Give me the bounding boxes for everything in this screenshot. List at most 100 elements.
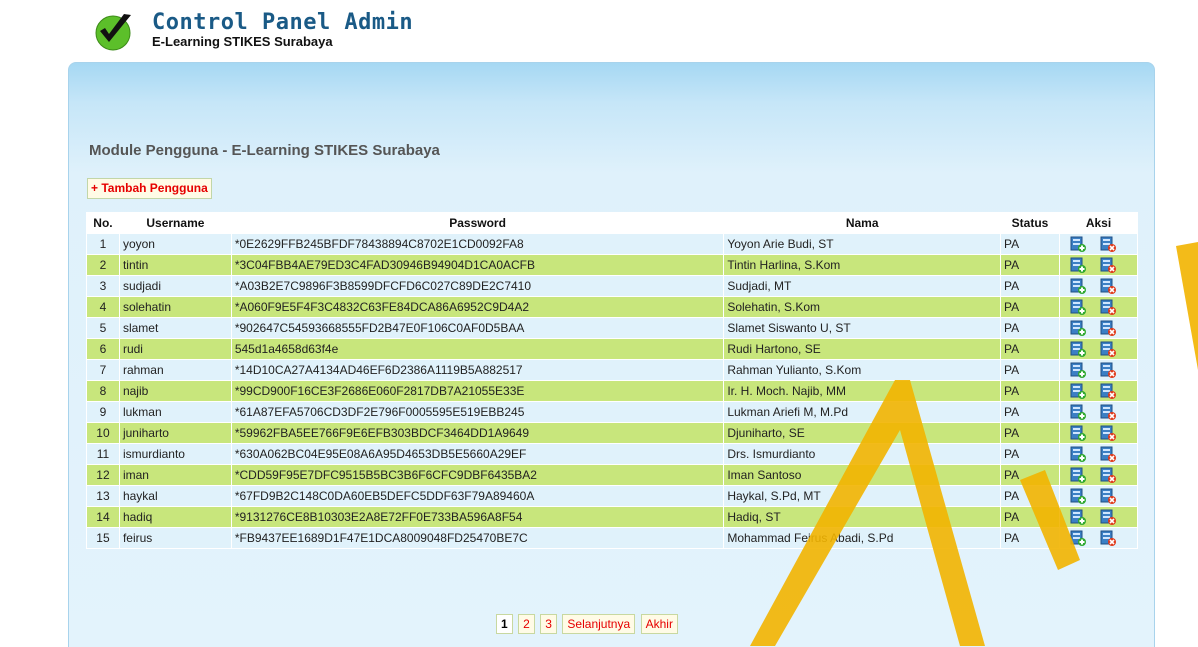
- edit-icon[interactable]: [1070, 404, 1086, 420]
- delete-icon[interactable]: [1100, 236, 1116, 252]
- cell-nama: Tintin Harlina, S.Kom: [724, 255, 1001, 275]
- cell-aksi: [1059, 528, 1137, 548]
- cell-nama: Slamet Siswanto U, ST: [724, 318, 1001, 338]
- cell-no: 13: [87, 486, 119, 506]
- cell-password: *59962FBA5EE766F9E6EFB303BDCF3464DD1A964…: [231, 423, 724, 443]
- delete-icon[interactable]: [1100, 320, 1116, 336]
- edit-icon[interactable]: [1070, 257, 1086, 273]
- edit-icon[interactable]: [1070, 278, 1086, 294]
- edit-icon[interactable]: [1070, 530, 1086, 546]
- last-page-link[interactable]: Akhir: [640, 614, 678, 634]
- cell-username: iman: [119, 465, 231, 485]
- table-row: 15 feirus *FB9437EE1689D1F47E1DCA8009048FD…: [87, 528, 1137, 548]
- delete-icon[interactable]: [1100, 278, 1116, 294]
- edit-icon[interactable]: [1070, 362, 1086, 378]
- page-title: Module Pengguna - E-Learning STIKES Sura…: [89, 142, 440, 159]
- next-page-link[interactable]: Selanjutnya: [562, 614, 636, 634]
- delete-icon[interactable]: [1100, 257, 1116, 273]
- edit-icon[interactable]: [1070, 467, 1086, 483]
- delete-icon[interactable]: [1100, 446, 1116, 462]
- cell-username: sudjadi: [119, 276, 231, 296]
- cell-no: 15: [87, 528, 119, 548]
- cell-status: PA: [1001, 423, 1059, 443]
- cell-status: PA: [1001, 444, 1059, 464]
- page-1-link[interactable]: 1: [496, 614, 513, 634]
- app-title: Control Panel Admin: [152, 10, 414, 35]
- cell-no: 6: [87, 339, 119, 359]
- cell-aksi: [1059, 297, 1137, 317]
- table-row: 3 sudjadi *A03B2E7C9896F3B8599DFCFD6C027C8…: [87, 276, 1137, 296]
- header: Control Panel Admin E-Learning STIKES Su…: [0, 0, 1198, 62]
- cell-nama: Mohammad Feirus Abadi, S.Pd: [724, 528, 1001, 548]
- table-row: 5 slamet *902647C54593668555FD2B47E0F106C0…: [87, 318, 1137, 338]
- cell-status: PA: [1001, 339, 1059, 359]
- cell-username: rahman: [119, 360, 231, 380]
- page-2-link[interactable]: 2: [518, 614, 535, 634]
- cell-password: *9131276CE8B10303E2A8E72FF0E733BA596A8F5…: [231, 507, 724, 527]
- cell-password: *630A062BC04E95E08A6A95D4653DB5E5660A29E…: [231, 444, 724, 464]
- cell-username: rudi: [119, 339, 231, 359]
- edit-icon[interactable]: [1070, 446, 1086, 462]
- delete-icon[interactable]: [1100, 467, 1116, 483]
- delete-icon[interactable]: [1100, 299, 1116, 315]
- edit-icon[interactable]: [1070, 509, 1086, 525]
- edit-icon[interactable]: [1070, 320, 1086, 336]
- cell-status: PA: [1001, 276, 1059, 296]
- cell-status: PA: [1001, 255, 1059, 275]
- cell-aksi: [1059, 465, 1137, 485]
- cell-password: *99CD900F16CE3F2686E060F2817DB7A21055E33…: [231, 381, 724, 401]
- cell-no: 8: [87, 381, 119, 401]
- cell-password: *CDD59F95E7DFC9515B5BC3B6F6CFC9DBF6435BA…: [231, 465, 724, 485]
- delete-icon[interactable]: [1100, 341, 1116, 357]
- header-username: Username: [119, 213, 231, 233]
- edit-icon[interactable]: [1070, 488, 1086, 504]
- delete-icon[interactable]: [1100, 383, 1116, 399]
- delete-icon[interactable]: [1100, 425, 1116, 441]
- table-row: 6 rudi 545d1a4658d63f4e Rudi Hartono, SE PA: [87, 339, 1137, 359]
- delete-icon[interactable]: [1100, 362, 1116, 378]
- table-row: 12 iman *CDD59F95E7DFC9515B5BC3B6F6CFC9DBF…: [87, 465, 1137, 485]
- cell-aksi: [1059, 339, 1137, 359]
- add-user-button[interactable]: + Tambah Pengguna: [87, 178, 212, 199]
- edit-icon[interactable]: [1070, 236, 1086, 252]
- edit-icon[interactable]: [1070, 299, 1086, 315]
- edit-icon[interactable]: [1070, 341, 1086, 357]
- cell-password: *3C04FBB4AE79ED3C4FAD30946B94904D1CA0ACF…: [231, 255, 724, 275]
- cell-status: PA: [1001, 486, 1059, 506]
- cell-nama: Haykal, S.Pd, MT: [724, 486, 1001, 506]
- cell-status: PA: [1001, 234, 1059, 254]
- cell-nama: Djuniharto, SE: [724, 423, 1001, 443]
- cell-username: tintin: [119, 255, 231, 275]
- table-row: 4 solehatin *A060F9E5F4F3C4832C63FE84DCA86…: [87, 297, 1137, 317]
- delete-icon[interactable]: [1100, 488, 1116, 504]
- cell-no: 7: [87, 360, 119, 380]
- table-row: 8 najib *99CD900F16CE3F2686E060F2817DB7A21…: [87, 381, 1137, 401]
- cell-password: *67FD9B2C148C0DA60EB5DEFC5DDF63F79A89460…: [231, 486, 724, 506]
- cell-username: slamet: [119, 318, 231, 338]
- header-password: Password: [231, 213, 724, 233]
- cell-aksi: [1059, 507, 1137, 527]
- cell-aksi: [1059, 444, 1137, 464]
- cell-username: solehatin: [119, 297, 231, 317]
- cell-aksi: [1059, 423, 1137, 443]
- cell-nama: Hadiq, ST: [724, 507, 1001, 527]
- delete-icon[interactable]: [1100, 509, 1116, 525]
- edit-icon[interactable]: [1070, 383, 1086, 399]
- cell-username: ismurdianto: [119, 444, 231, 464]
- cell-password: *61A87EFA5706CD3DF2E796F0005595E519EBB24…: [231, 402, 724, 422]
- delete-icon[interactable]: [1100, 530, 1116, 546]
- cell-no: 5: [87, 318, 119, 338]
- cell-status: PA: [1001, 360, 1059, 380]
- table-row: 13 haykal *67FD9B2C148C0DA60EB5DEFC5DDF63F…: [87, 486, 1137, 506]
- cell-password: *14D10CA27A4134AD46EF6D2386A1119B5A88251…: [231, 360, 724, 380]
- cell-password: 545d1a4658d63f4e: [231, 339, 724, 359]
- cell-nama: Iman Santoso: [724, 465, 1001, 485]
- edit-icon[interactable]: [1070, 425, 1086, 441]
- delete-icon[interactable]: [1100, 404, 1116, 420]
- page-3-link[interactable]: 3: [540, 614, 557, 634]
- cell-no: 10: [87, 423, 119, 443]
- cell-no: 2: [87, 255, 119, 275]
- cell-nama: Lukman Ariefi M, M.Pd: [724, 402, 1001, 422]
- cell-username: juniharto: [119, 423, 231, 443]
- table-row: 14 hadiq *9131276CE8B10303E2A8E72FF0E733BA…: [87, 507, 1137, 527]
